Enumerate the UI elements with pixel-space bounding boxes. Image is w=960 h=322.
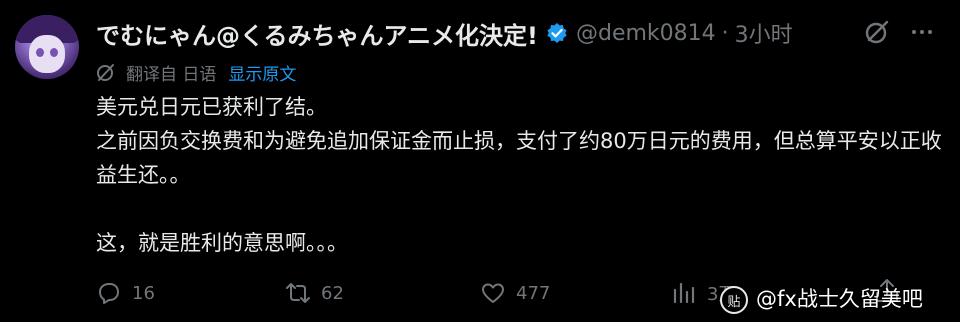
- tweet-text-line: 之前因负交换费和为避免追加保证金而止损，支付了约80万日元的费用，但总算平安以正…: [96, 129, 942, 187]
- repost-count: 62: [321, 282, 344, 304]
- separator-dot: ·: [721, 20, 729, 46]
- avatar-face: [29, 35, 65, 73]
- timestamp[interactable]: 3小时: [735, 17, 793, 49]
- display-name[interactable]: でむにゃん@くるみちゃんアニメ化決定!: [96, 16, 538, 51]
- like-button[interactable]: 477: [480, 276, 550, 310]
- verified-badge-icon: [547, 23, 567, 43]
- translation-note: 翻译自 日语: [126, 64, 217, 85]
- tweet-text: 美元兑日元已获利了结。 之前因负交换费和为避免追加保证金而止损，支付了约80万日…: [96, 90, 946, 260]
- more-dot: [920, 30, 924, 34]
- more-dot: [912, 30, 916, 34]
- reply-count: 16: [132, 282, 155, 304]
- reply-icon: [99, 283, 119, 304]
- more-options-icon[interactable]: [912, 22, 942, 42]
- like-count: 477: [516, 282, 551, 304]
- translate-icon: [97, 64, 114, 81]
- tweet-text-line: 这，就是胜利的意思啊。。。: [96, 231, 348, 255]
- tweet-header: でむにゃん@くるみちゃんアニメ化決定! @demk0814 · 3小时: [96, 16, 793, 50]
- views-chart-icon: [673, 282, 695, 304]
- more-dot: [928, 30, 932, 34]
- translation-bar: 翻译自 日语 显示原文: [96, 60, 296, 85]
- watermark-text: @fx战士久留美吧: [756, 287, 923, 311]
- repost-icon: [286, 283, 310, 303]
- avatar-eye-right: [50, 48, 58, 57]
- tweet-card: でむにゃん@くるみちゃんアニメ化決定! @demk0814 · 3小时 翻译自 …: [0, 0, 960, 322]
- repost-button[interactable]: 62: [285, 276, 344, 310]
- avatar[interactable]: [15, 15, 79, 79]
- heart-icon: [482, 283, 504, 303]
- watermark-logo-icon: 贴: [720, 286, 748, 314]
- handle[interactable]: @demk0814: [576, 21, 716, 46]
- reply-button[interactable]: 16: [96, 276, 155, 310]
- tweet-text-line: 美元兑日元已获利了结。: [96, 95, 327, 119]
- avatar-eye-left: [36, 48, 44, 57]
- grok-icon[interactable]: [863, 18, 891, 46]
- show-original-link[interactable]: 显示原文: [228, 60, 296, 85]
